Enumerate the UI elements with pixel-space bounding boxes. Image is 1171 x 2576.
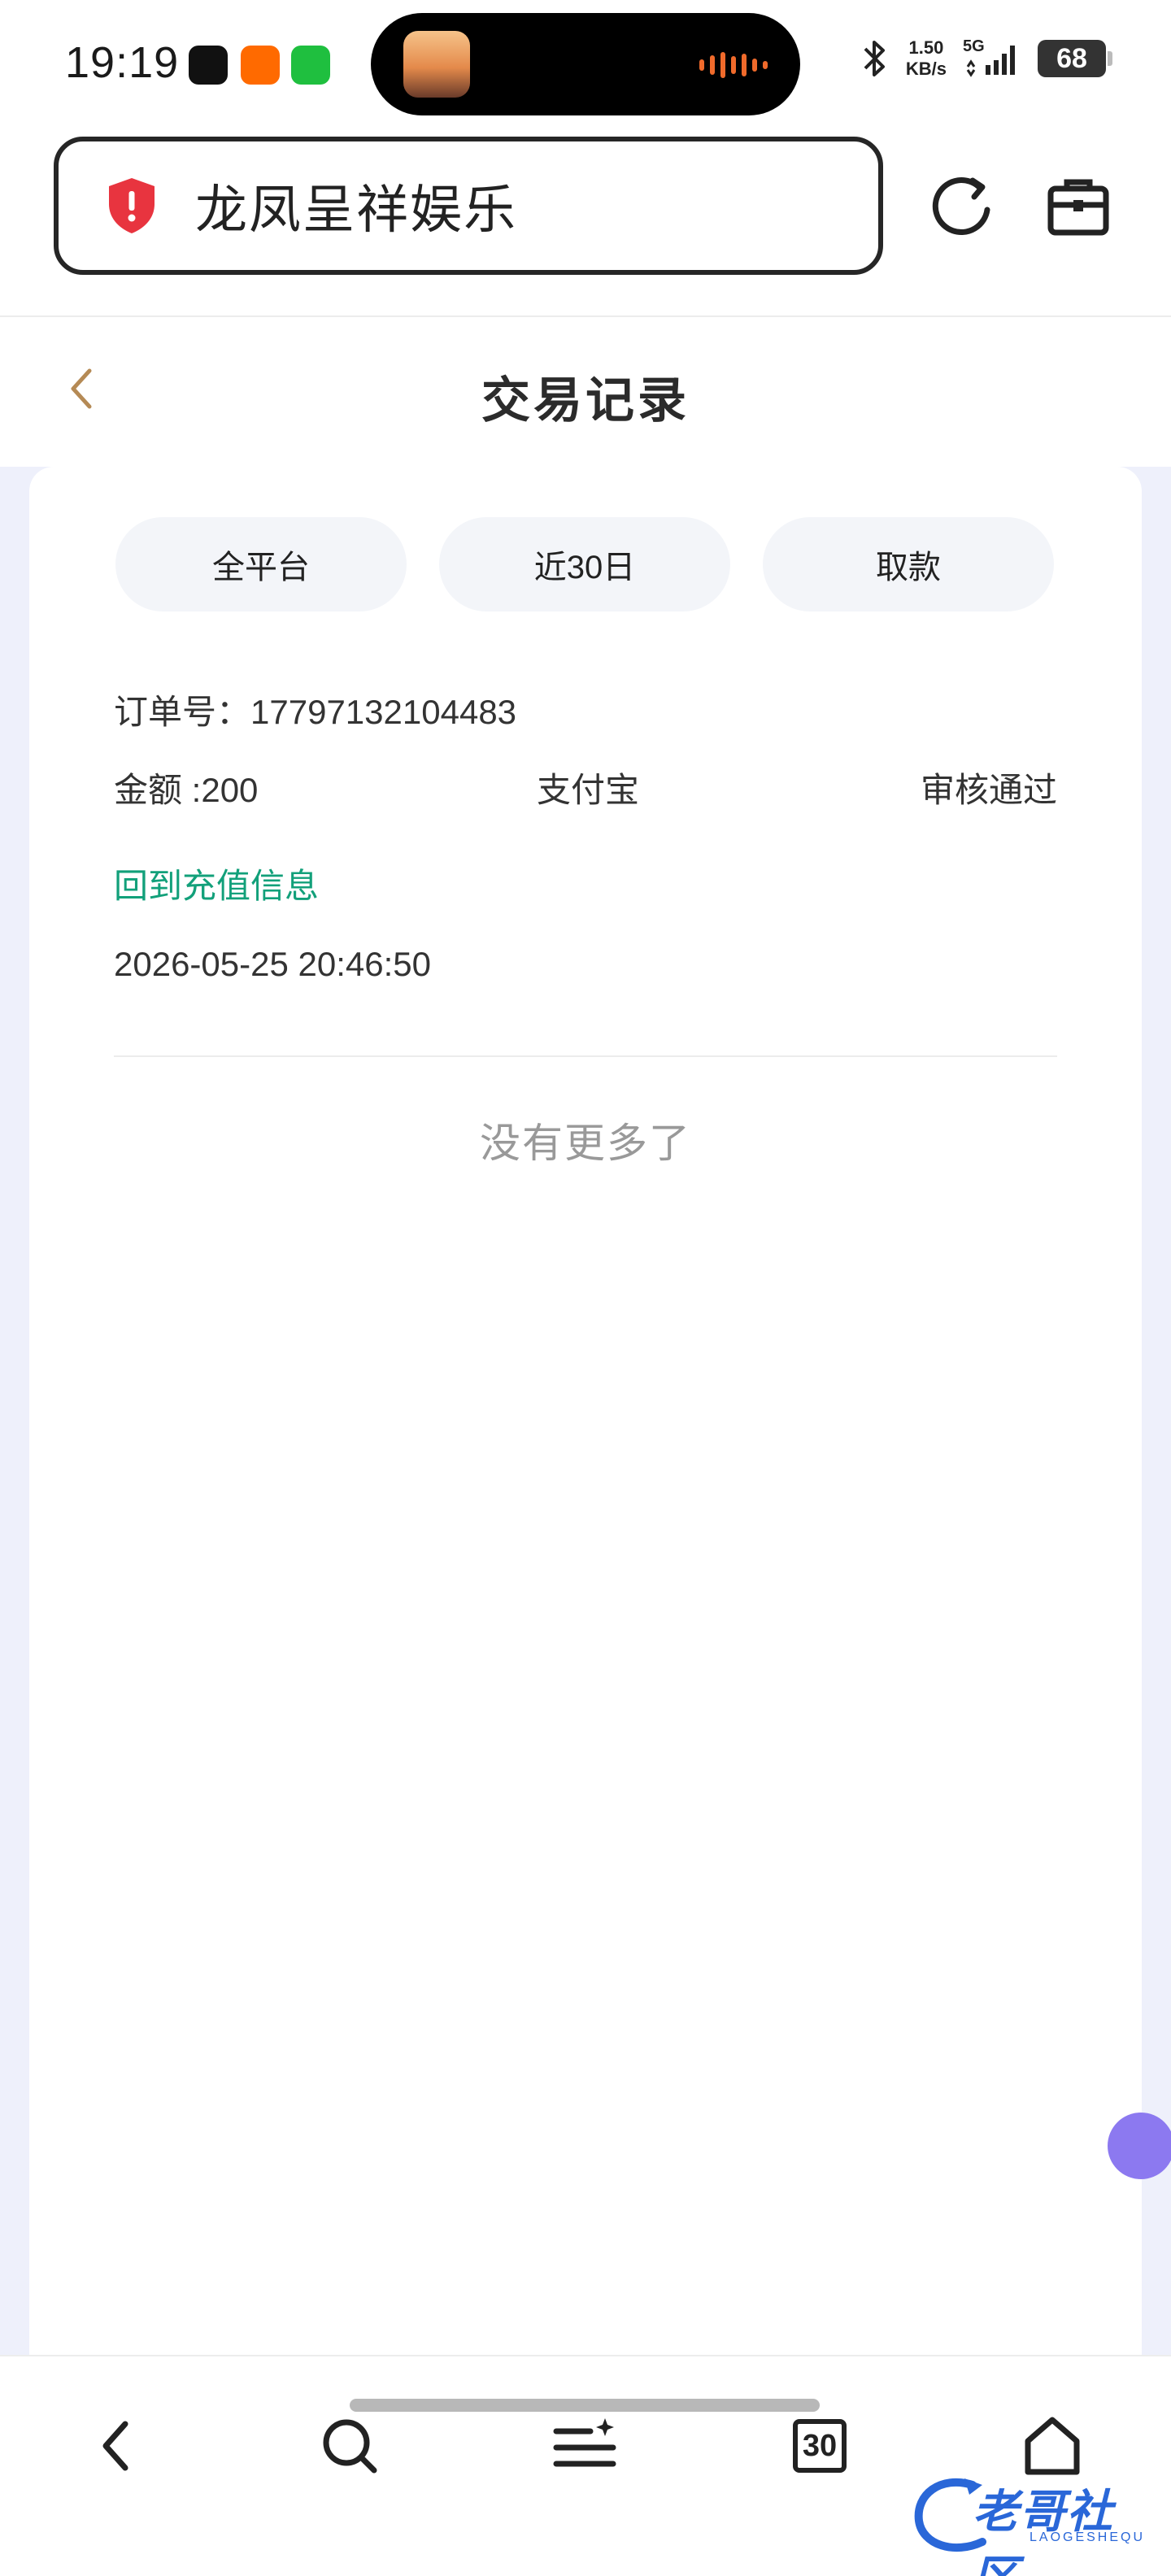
page: 19:19 1.50 KB/s 5G 68 龙凤呈祥娱乐 交易记录 全平台 近3…	[0, 0, 1171, 2576]
filter-type[interactable]: 取款	[763, 517, 1054, 611]
bluetooth-icon	[864, 41, 885, 76]
refresh-icon	[932, 177, 990, 236]
back-to-recharge-link[interactable]: 回到充值信息	[114, 862, 1057, 911]
address-bar-title: 龙凤呈祥娱乐	[195, 181, 517, 239]
page-header: 交易记录	[0, 319, 1171, 467]
now-playing-thumbnail	[403, 31, 470, 98]
arrow-left-icon	[102, 2421, 128, 2471]
watermark-text: 老哥社区	[973, 2486, 1114, 2576]
refresh-button[interactable]	[924, 168, 1002, 246]
filter-platform[interactable]: 全平台	[115, 517, 407, 611]
record-divider	[114, 1055, 1057, 1057]
menu-sparkle-icon	[553, 2418, 616, 2467]
status-clock: 19:19	[65, 38, 180, 87]
music-app-icon	[189, 46, 228, 85]
address-bar[interactable]: 龙凤呈祥娱乐	[54, 137, 883, 275]
watermark-subtext: LAOGESHEQU	[1030, 2530, 1146, 2544]
status-bar: 19:19 1.50 KB/s 5G 68	[0, 0, 1171, 130]
nav-search-button[interactable]	[309, 2405, 390, 2487]
home-indicator[interactable]	[350, 2399, 820, 2412]
list-end-text: 没有更多了	[480, 1120, 691, 1166]
nav-tabs-button[interactable]: 30	[779, 2405, 860, 2487]
floating-assistant-button[interactable]	[1108, 2113, 1171, 2179]
wechat-app-icon	[291, 46, 330, 85]
network-speed: 1.50 KB/s	[906, 37, 947, 80]
watermark-logo: 老哥社区 LAOGESHEQU	[908, 2465, 1160, 2576]
tabs-count-icon: 30	[793, 2419, 847, 2473]
transaction-card: 全平台 近30日 取款 订单号：17797132104483 金额 :200 支…	[29, 467, 1171, 2356]
record-status: 审核通过	[920, 771, 1057, 809]
network-speed-unit: KB/s	[905, 59, 947, 79]
transaction-record[interactable]: 订单号：17797132104483 金额 :200 支付宝 审核通过 回到充值…	[114, 688, 1057, 989]
browser-toolbar: 龙凤呈祥娱乐	[0, 130, 1171, 317]
signal-icon: 5G	[963, 37, 1021, 80]
order-number-row: 订单号：17797132104483	[114, 688, 1057, 737]
toolbox-icon	[1047, 179, 1109, 236]
kuaishou-app-icon	[241, 46, 280, 85]
search-icon	[323, 2419, 377, 2474]
network-speed-value: 1.50	[908, 37, 944, 58]
toolbox-button[interactable]	[1039, 168, 1117, 246]
record-amount: 金额 :200	[114, 771, 259, 809]
record-meta-row: 金额 :200 支付宝 审核通过	[114, 766, 1057, 815]
order-number-label: 订单号：	[114, 693, 251, 731]
dynamic-island[interactable]	[371, 13, 800, 115]
filter-date-range[interactable]: 近30日	[439, 517, 730, 611]
nav-menu-button[interactable]	[545, 2405, 626, 2487]
battery-icon: 68	[1038, 40, 1112, 77]
record-timestamp: 2026-05-25 20:46:50	[114, 945, 431, 983]
shield-warning-icon	[109, 178, 155, 233]
status-indicators: 1.50 KB/s 5G 68	[860, 37, 1112, 80]
filter-bar: 全平台 近30日 取款	[115, 517, 1054, 611]
order-number-value: 17797132104483	[250, 693, 517, 731]
audio-wave-icon	[699, 52, 768, 78]
page-title: 交易记录	[481, 373, 690, 428]
nav-back-button[interactable]	[76, 2405, 158, 2487]
record-payment-method: 支付宝	[537, 771, 640, 809]
